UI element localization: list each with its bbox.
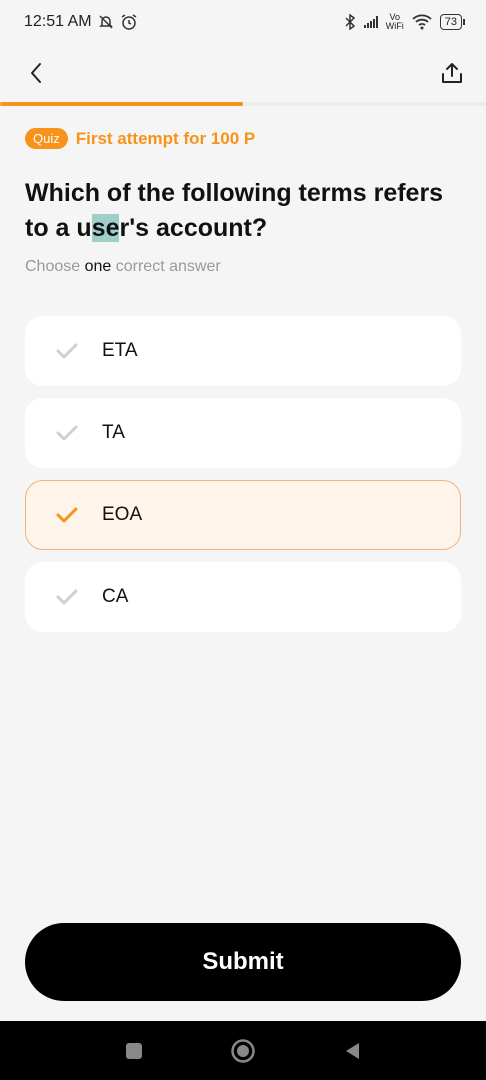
wifi-icon xyxy=(412,14,432,30)
vowifi-wifi: WiFi xyxy=(385,21,404,31)
question-highlight: se xyxy=(91,214,120,242)
checkmark-icon xyxy=(56,507,78,523)
answer-hint: Choose one correct answer xyxy=(25,258,221,276)
answer-option-ta[interactable]: TA xyxy=(25,398,461,468)
battery-icon: 73 xyxy=(439,14,466,30)
checkmark-icon xyxy=(56,589,78,605)
hint-before: Choose xyxy=(25,258,85,275)
back-triangle-icon xyxy=(345,1042,359,1059)
status-bar: 12:51 AM Vo WiFi 73 xyxy=(0,0,486,44)
bluetooth-icon xyxy=(345,14,355,30)
vowifi-indicator: Vo WiFi xyxy=(386,13,404,31)
submit-button[interactable]: Submit xyxy=(25,923,461,1001)
answer-options: ETA TA EOA CA xyxy=(25,316,461,644)
answer-option-eoa[interactable]: EOA xyxy=(25,480,461,550)
hint-after: correct answer xyxy=(111,258,221,275)
share-icon xyxy=(442,63,462,83)
option-label: CA xyxy=(102,586,129,607)
home-icon xyxy=(231,1038,255,1063)
option-label: EOA xyxy=(102,504,143,525)
signal-icon xyxy=(363,16,378,28)
option-label: ETA xyxy=(102,340,138,361)
battery-level: 73 xyxy=(444,16,457,28)
home-button[interactable] xyxy=(228,1036,258,1066)
question-text: Which of the following terms refers to a… xyxy=(25,176,465,246)
status-right: Vo WiFi 73 xyxy=(344,13,466,31)
attempt-reward-text: First attempt for 100 P xyxy=(75,128,256,148)
quiz-progress-bar xyxy=(0,102,486,106)
notifications-muted-icon xyxy=(98,15,113,29)
share-button[interactable] xyxy=(438,59,466,87)
status-time: 12:51 AM xyxy=(24,13,92,30)
question-part-2: r's account? xyxy=(119,214,268,242)
status-left: 12:51 AM xyxy=(24,13,138,31)
top-bar xyxy=(0,44,486,102)
hint-emphasis: one xyxy=(84,258,112,275)
option-label: TA xyxy=(102,422,125,443)
answer-option-eta[interactable]: ETA xyxy=(25,316,461,386)
checkmark-icon xyxy=(56,425,78,441)
checkmark-icon xyxy=(56,343,78,359)
back-arrow-icon xyxy=(31,63,41,83)
recents-button[interactable] xyxy=(119,1036,149,1066)
recents-icon xyxy=(126,1042,143,1059)
alarm-icon xyxy=(121,14,137,30)
quiz-header: Quiz First attempt for 100 P xyxy=(25,128,255,149)
answer-option-ca[interactable]: CA xyxy=(25,562,461,632)
back-button[interactable] xyxy=(22,59,50,87)
system-nav-bar xyxy=(0,1021,486,1080)
back-nav-button[interactable] xyxy=(337,1036,367,1066)
quiz-badge: Quiz xyxy=(25,128,68,149)
quiz-progress-fill xyxy=(0,102,243,106)
